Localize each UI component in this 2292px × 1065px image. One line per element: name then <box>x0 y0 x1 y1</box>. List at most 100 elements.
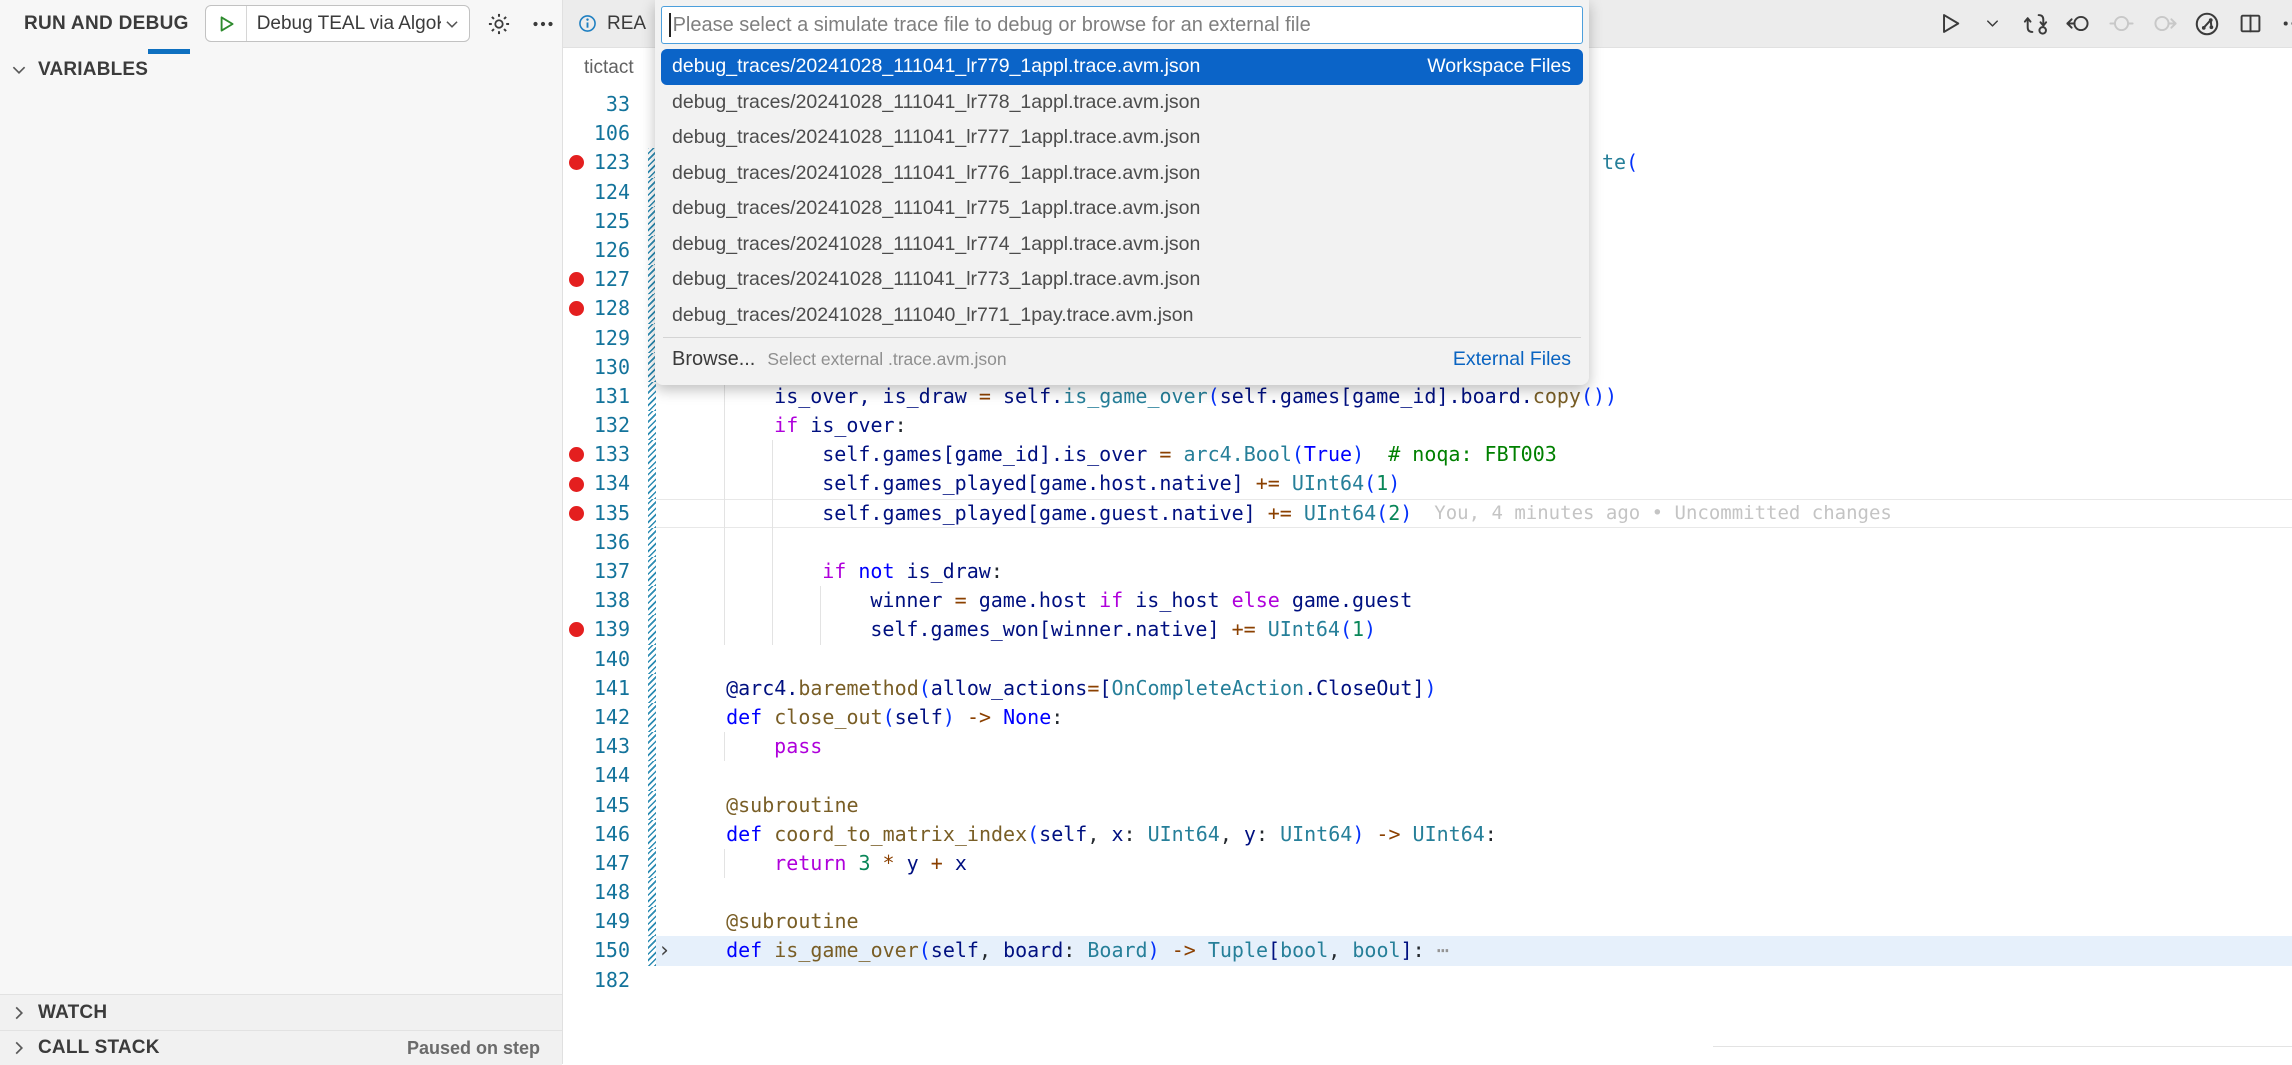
line-number[interactable]: 137 <box>590 557 630 586</box>
code-line[interactable]: 136 <box>563 528 2292 557</box>
breakpoint-gutter[interactable] <box>563 528 590 557</box>
breakpoint-icon[interactable] <box>569 622 584 637</box>
line-number[interactable]: 131 <box>590 382 630 411</box>
code-line-content[interactable]: def close_out(self) -> None: <box>656 703 2292 732</box>
line-number[interactable]: 139 <box>590 615 630 644</box>
line-number[interactable]: 33 <box>590 90 630 119</box>
watch-section-header[interactable]: WATCH <box>0 994 562 1031</box>
breakpoint-icon[interactable] <box>569 506 584 521</box>
breakpoint-gutter[interactable] <box>563 324 590 353</box>
fold-chevron-icon[interactable]: › <box>656 936 678 965</box>
breakpoint-gutter[interactable] <box>563 878 590 907</box>
breakpoint-icon[interactable] <box>569 155 584 170</box>
code-line[interactable]: 146def coord_to_matrix_index(self, x: UI… <box>563 820 2292 849</box>
trace-graph-icon[interactable] <box>2194 11 2220 37</box>
quick-pick-item[interactable]: debug_traces/20241028_111041_lr775_1appl… <box>661 191 1583 227</box>
gear-icon[interactable] <box>484 9 514 39</box>
line-number[interactable]: 136 <box>590 528 630 557</box>
breakpoint-gutter[interactable] <box>563 353 590 382</box>
code-line-content[interactable]: ›def is_game_over(self, board: Board) ->… <box>656 936 2292 965</box>
breakpoint-icon[interactable] <box>569 477 584 492</box>
line-number[interactable]: 135 <box>590 499 630 528</box>
breakpoint-gutter[interactable] <box>563 615 590 644</box>
breakpoint-gutter[interactable] <box>563 936 590 965</box>
breadcrumb[interactable]: tictact <box>584 57 634 79</box>
code-line-content[interactable]: @subroutine <box>656 907 2292 936</box>
line-number[interactable]: 141 <box>590 674 630 703</box>
breakpoint-gutter[interactable] <box>563 674 590 703</box>
quick-pick-item[interactable]: debug_traces/20241028_111041_lr778_1appl… <box>661 85 1583 121</box>
breakpoint-gutter[interactable] <box>563 90 590 119</box>
line-number[interactable]: 149 <box>590 907 630 936</box>
code-line-content[interactable] <box>656 645 2292 674</box>
quick-pick-item[interactable]: debug_traces/20241028_111041_lr773_1appl… <box>661 262 1583 298</box>
breakpoint-gutter[interactable] <box>563 557 590 586</box>
code-line[interactable]: 139 self.games_won[winner.native] += UInt… <box>563 615 2292 644</box>
code-line[interactable]: 133self.games[game_id].is_over = arc4.Bo… <box>563 440 2292 469</box>
code-line[interactable]: 148 <box>563 878 2292 907</box>
line-number[interactable]: 138 <box>590 586 630 615</box>
breakpoint-gutter[interactable] <box>563 148 590 177</box>
breakpoint-gutter[interactable] <box>563 849 590 878</box>
code-line[interactable]: 131 is_over, is_draw = self.is_game_over(… <box>563 382 2292 411</box>
breakpoint-gutter[interactable] <box>563 703 590 732</box>
line-number[interactable]: 147 <box>590 849 630 878</box>
step-back-icon[interactable] <box>2065 11 2091 37</box>
breakpoint-gutter[interactable] <box>563 820 590 849</box>
code-line-content[interactable] <box>656 761 2292 790</box>
run-icon[interactable] <box>1936 11 1962 37</box>
line-number[interactable]: 106 <box>590 119 630 148</box>
line-number[interactable]: 146 <box>590 820 630 849</box>
breakpoint-icon[interactable] <box>569 272 584 287</box>
code-line-content[interactable]: winner = game.host if is_host else game.… <box>656 586 2292 615</box>
tab-readme[interactable]: REA <box>563 0 662 47</box>
line-number[interactable]: 145 <box>590 791 630 820</box>
line-number[interactable]: 127 <box>590 265 630 294</box>
split-editor-icon[interactable] <box>2237 11 2263 37</box>
breakpoint-gutter[interactable] <box>563 645 590 674</box>
breakpoint-gutter[interactable] <box>563 586 590 615</box>
line-number[interactable]: 132 <box>590 411 630 440</box>
call-stack-section-header[interactable]: CALL STACK Paused on step <box>0 1030 562 1065</box>
code-line[interactable]: 147return 3 * y + x <box>563 849 2292 878</box>
switch-trace-icon[interactable] <box>2022 11 2048 37</box>
code-line-content[interactable]: pass <box>656 732 2292 761</box>
code-line-content[interactable]: if is_over: <box>656 411 2292 440</box>
code-line-content[interactable]: is_over, is_draw = self.is_game_over(sel… <box>656 382 2292 411</box>
line-number[interactable]: 148 <box>590 878 630 907</box>
line-number[interactable]: 124 <box>590 178 630 207</box>
breakpoint-gutter[interactable] <box>563 732 590 761</box>
quick-pick-item[interactable]: debug_traces/20241028_111041_lr774_1appl… <box>661 227 1583 263</box>
code-line[interactable]: 144 <box>563 761 2292 790</box>
quick-pick-item[interactable]: debug_traces/20241028_111041_lr777_1appl… <box>661 120 1583 156</box>
code-line[interactable]: 149 @subroutine <box>563 907 2292 936</box>
code-line-content[interactable]: self.games_won[winner.native] += UInt64(… <box>656 615 2292 644</box>
line-number[interactable]: 144 <box>590 761 630 790</box>
breakpoint-gutter[interactable] <box>563 411 590 440</box>
code-line[interactable]: 142 def close_out(self) -> None: <box>563 703 2292 732</box>
code-line-content[interactable]: self.games[game_id].is_over = arc4.Bool(… <box>656 440 2292 469</box>
line-number[interactable]: 130 <box>590 353 630 382</box>
code-line[interactable]: 143pass <box>563 732 2292 761</box>
variables-section-header[interactable]: VARIABLES <box>0 52 562 88</box>
breakpoint-gutter[interactable] <box>563 469 590 498</box>
breakpoint-gutter[interactable] <box>563 178 590 207</box>
code-line[interactable]: 134self.games_played[game.host.native] +… <box>563 469 2292 498</box>
code-line-content[interactable] <box>656 966 2292 995</box>
debug-config-dropdown[interactable]: Debug TEAL via AlgoKi <box>205 5 470 42</box>
breakpoint-gutter[interactable] <box>563 207 590 236</box>
line-number[interactable]: 125 <box>590 207 630 236</box>
code-line-content[interactable]: @arc4.baremethod(allow_actions=[OnComple… <box>656 674 2292 703</box>
breakpoint-gutter[interactable] <box>563 236 590 265</box>
breakpoint-gutter[interactable] <box>563 791 590 820</box>
quick-pick-input[interactable]: Please select a simulate trace file to d… <box>661 6 1583 44</box>
line-number[interactable]: 142 <box>590 703 630 732</box>
code-line-content[interactable] <box>656 878 2292 907</box>
code-line-content[interactable] <box>656 528 2292 557</box>
breakpoint-gutter[interactable] <box>563 119 590 148</box>
breakpoint-icon[interactable] <box>569 301 584 316</box>
code-line[interactable]: 145 @subroutine <box>563 791 2292 820</box>
breakpoint-gutter[interactable] <box>563 382 590 411</box>
code-line-content[interactable]: @subroutine <box>656 791 2292 820</box>
line-number[interactable]: 128 <box>590 294 630 323</box>
